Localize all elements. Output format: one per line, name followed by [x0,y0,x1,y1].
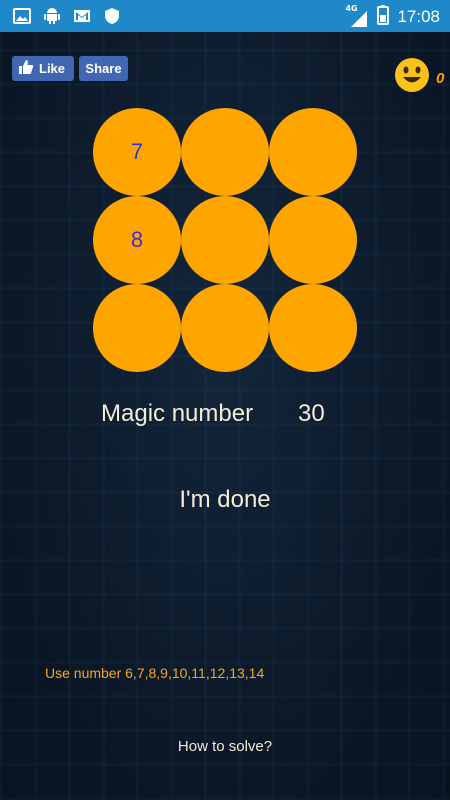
facebook-share-button[interactable]: Share [79,56,128,81]
grid-cell[interactable] [181,108,269,196]
score-value: 0 [436,70,445,87]
grid-cell[interactable] [269,196,357,284]
system-icons: 4G 17:08 [345,4,440,29]
like-label: Like [39,61,66,76]
status-bar: 4G 17:08 [0,0,450,32]
clock: 17:08 [397,7,440,26]
grid-cell[interactable] [181,196,269,284]
how-to-solve-link[interactable]: How to solve? [0,738,450,755]
grid-cell[interactable] [269,284,357,372]
share-label: Share [85,61,122,76]
image-icon [12,6,32,26]
hint-text: Use number 6,7,8,9,10,11,12,13,14 [45,665,265,681]
magic-square-grid: 7 8 [93,108,357,372]
notification-icons [12,6,122,26]
battery-icon [377,5,390,29]
shield-icon [102,6,122,26]
done-button[interactable]: I'm done [0,486,450,514]
magic-number-label: Magic number [101,400,254,427]
grid-cell[interactable] [269,108,357,196]
android-icon [42,6,62,26]
grid-cell[interactable] [181,284,269,372]
magic-number-value: 30 [298,400,325,427]
signal-icon: 4G [345,4,369,27]
smiley-icon[interactable] [394,57,430,93]
grid-cell[interactable]: 8 [93,196,181,284]
thumbs-up-icon [18,59,34,78]
gmail-icon [72,6,92,26]
facebook-like-button[interactable]: Like [12,56,74,81]
grid-cell[interactable] [93,284,181,372]
grid-cell[interactable]: 7 [93,108,181,196]
